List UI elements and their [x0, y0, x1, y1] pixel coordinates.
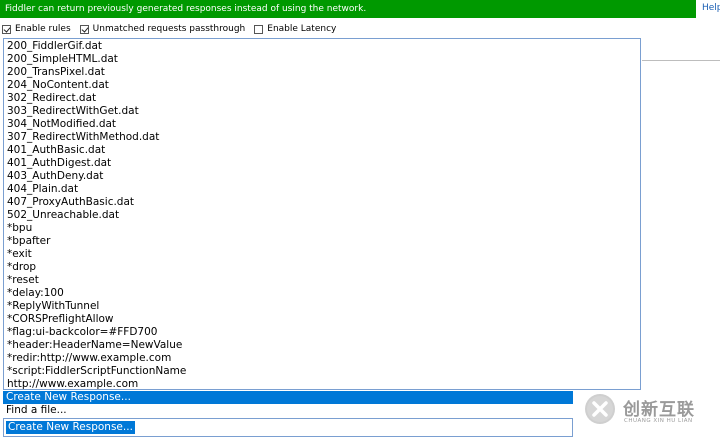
dropdown-item[interactable]: *bpu [7, 222, 640, 235]
dropdown-item[interactable]: *flag:ui-backcolor=#FFD700 [7, 326, 640, 339]
dropdown-item[interactable]: *ReplyWithTunnel [7, 300, 640, 313]
logo-mark-icon [585, 394, 615, 424]
rule-options: Enable rules Unmatched requests passthro… [2, 22, 345, 36]
dropdown-item[interactable]: *exit [7, 248, 640, 261]
enable-latency-checkbox[interactable] [254, 24, 264, 34]
dropdown-item[interactable]: 407_ProxyAuthBasic.dat [7, 196, 640, 209]
dropdown-item-find-file[interactable]: Find a file... [3, 404, 573, 417]
dropdown-item[interactable]: 401_AuthDigest.dat [7, 157, 640, 170]
enable-latency-option[interactable]: Enable Latency [254, 24, 336, 34]
dropdown-item[interactable]: *header:HeaderName=NewValue [7, 339, 640, 352]
dropdown-item-create-new-response[interactable]: Create New Response... [3, 391, 573, 404]
dropdown-item[interactable]: 307_RedirectWithMethod.dat [7, 131, 640, 144]
dropdown-item[interactable]: *delay:100 [7, 287, 640, 300]
passthrough-label: Unmatched requests passthrough [92, 24, 246, 34]
watermark-logo: 创新互联 CHUANG XIN HU LIAN [585, 390, 715, 435]
passthrough-option[interactable]: Unmatched requests passthrough [79, 24, 246, 34]
watermark-text-en: CHUANG XIN HU LIAN [624, 418, 693, 424]
enable-rules-label: Enable rules [15, 24, 71, 34]
passthrough-checkbox[interactable] [79, 24, 89, 34]
dropdown-item[interactable]: 403_AuthDeny.dat [7, 170, 640, 183]
dropdown-item[interactable]: 502_Unreachable.dat [7, 209, 640, 222]
dropdown-item[interactable]: *CORSPreflightAllow [7, 313, 640, 326]
enable-rules-option[interactable]: Enable rules [2, 24, 71, 34]
banner-text: Fiddler can return previously generated … [5, 4, 367, 14]
dropdown-item[interactable]: 204_NoContent.dat [7, 79, 640, 92]
combo-selected-text[interactable]: Create New Response... [6, 421, 135, 434]
dropdown-item[interactable]: 200_FiddlerGif.dat [7, 40, 640, 53]
dropdown-item[interactable]: *bpafter [7, 235, 640, 248]
response-dropdown-list[interactable]: 200_FiddlerGif.dat 200_SimpleHTML.dat 200_… [3, 38, 641, 390]
dropdown-item[interactable]: 200_SimpleHTML.dat [7, 53, 640, 66]
response-options: 200_FiddlerGif.dat 200_SimpleHTML.dat 200_… [4, 40, 640, 389]
dropdown-item[interactable]: http://www.example.com [7, 378, 640, 389]
watermark-text-cn: 创新互联 [623, 400, 695, 420]
dropdown-item[interactable]: 302_Redirect.dat [7, 92, 640, 105]
dropdown-item[interactable]: 303_RedirectWithGet.dat [7, 105, 640, 118]
dropdown-item[interactable]: 304_NotModified.dat [7, 118, 640, 131]
dropdown-item[interactable]: *reset [7, 274, 640, 287]
enable-rules-checkbox[interactable] [2, 24, 11, 34]
enable-latency-label: Enable Latency [267, 24, 337, 34]
dropdown-item[interactable]: 404_Plain.dat [7, 183, 640, 196]
help-link[interactable]: Help [702, 3, 720, 13]
info-banner: Fiddler can return previously generated … [0, 0, 696, 18]
dropdown-item[interactable]: 200_TransPixel.dat [7, 66, 640, 79]
dropdown-item[interactable]: 401_AuthBasic.dat [7, 144, 640, 157]
dropdown-item[interactable]: *drop [7, 261, 640, 274]
dropdown-item[interactable]: *script:FiddlerScriptFunctionName [7, 365, 640, 378]
response-combo-box[interactable]: Create New Response... [3, 418, 573, 437]
pane-divider [642, 60, 720, 61]
dropdown-item[interactable]: *redir:http://www.example.com [7, 352, 640, 365]
